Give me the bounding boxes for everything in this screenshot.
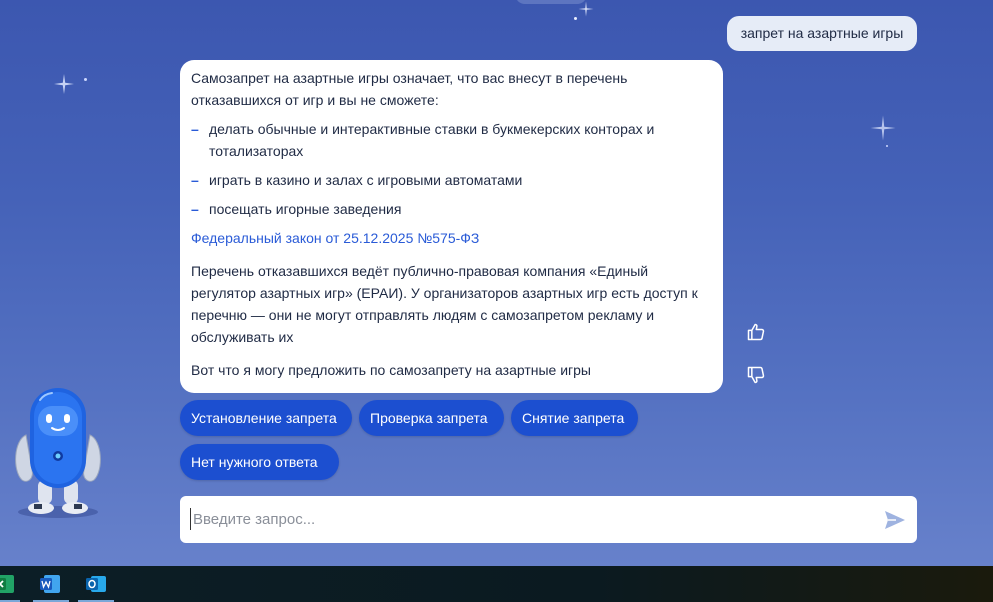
quick-reply-check-ban[interactable]: Проверка запрета bbox=[359, 400, 504, 436]
bot-intro: Самозапрет на азартные игры означает, чт… bbox=[191, 70, 628, 108]
excel-icon[interactable] bbox=[0, 572, 16, 596]
sparkle-dot bbox=[84, 78, 87, 81]
thumbs-down-icon[interactable] bbox=[746, 365, 766, 385]
user-message: запрет на азартные игры bbox=[727, 16, 917, 51]
thumbs-up-icon[interactable] bbox=[746, 322, 766, 342]
send-icon[interactable] bbox=[883, 508, 907, 532]
sparkle-icon bbox=[578, 1, 594, 17]
law-link[interactable]: Федеральный закон от 25.12.2025 №575-ФЗ bbox=[191, 227, 711, 249]
list-item: – делать обычные и интерактивные ставки в… bbox=[191, 121, 655, 159]
chat-input[interactable] bbox=[190, 508, 870, 530]
chat-input-box bbox=[180, 496, 917, 543]
outlook-icon[interactable] bbox=[84, 572, 108, 596]
bot-bullet-list: – делать обычные и интерактивные ставки в… bbox=[191, 118, 711, 220]
sparkle-dot bbox=[886, 145, 888, 147]
bot-message: Самозапрет на азартные игры означает, чт… bbox=[180, 60, 723, 393]
bot-registry-text: Перечень отказавшихся ведёт публично-пра… bbox=[191, 263, 698, 345]
sparkle-icon bbox=[54, 74, 74, 94]
list-item: – посещать игорные заведения bbox=[191, 201, 402, 217]
quick-reply-set-ban[interactable]: Установление запрета bbox=[180, 400, 352, 436]
quick-reply-remove-ban[interactable]: Снятие запрета bbox=[511, 400, 638, 436]
sparkle-icon bbox=[870, 115, 896, 141]
word-icon[interactable] bbox=[38, 572, 62, 596]
chat-background: запрет на азартные игры Самозапрет на аз… bbox=[0, 0, 993, 566]
taskbar bbox=[0, 566, 993, 602]
quick-reply-no-answer[interactable]: Нет нужного ответа bbox=[180, 444, 339, 480]
sparkle-dot bbox=[574, 17, 577, 20]
bot-offer-text: Вот что я могу предложить по самозапрету… bbox=[191, 362, 591, 378]
robot-mascot bbox=[15, 388, 101, 518]
list-item: – играть в казино и залах с игровыми авто… bbox=[191, 172, 523, 188]
